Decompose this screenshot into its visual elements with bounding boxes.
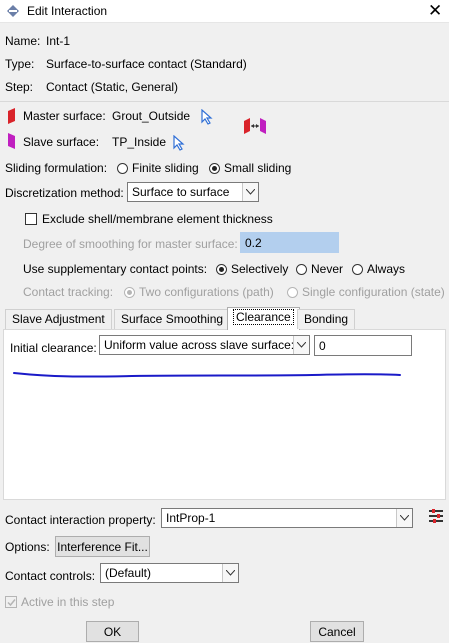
property-manager-icon[interactable] xyxy=(428,508,444,524)
exclude-shell-label: Exclude shell/membrane element thickness xyxy=(42,212,273,226)
always-label: Always xyxy=(367,262,406,276)
single-config-label: Single configuration (state) xyxy=(302,285,445,299)
active-checkbox[interactable] xyxy=(5,596,17,608)
small-sliding-label: Small sliding xyxy=(224,161,292,175)
radio-indicator[interactable] xyxy=(209,163,220,174)
tracking-label: Contact tracking: xyxy=(23,285,114,299)
two-config-label: Two configurations (path) xyxy=(139,285,274,299)
ok-button[interactable]: OK xyxy=(86,621,139,642)
active-label: Active in this step xyxy=(21,595,115,609)
property-value: IntProp-1 xyxy=(166,511,216,525)
smoothing-label: Degree of smoothing for master surface: xyxy=(23,237,238,251)
tab-label: Bonding xyxy=(304,312,349,326)
title-bar: Edit Interaction ✕ xyxy=(0,0,449,23)
interaction-icon xyxy=(7,5,19,17)
discretization-value: Surface to surface xyxy=(132,185,230,199)
exclude-shell-checkbox[interactable] xyxy=(25,213,37,225)
smoothing-field[interactable]: 0.2 xyxy=(240,232,339,253)
always-radio[interactable]: Always xyxy=(352,262,405,276)
single-config-radio[interactable]: Single configuration (state) xyxy=(287,285,445,299)
type-label: Type: xyxy=(5,57,35,71)
selectively-radio[interactable]: Selectively xyxy=(216,262,288,276)
clearance-panel: Initial clearance: Uniform value across … xyxy=(3,329,446,500)
slave-surface-label: Slave surface: xyxy=(23,135,100,149)
chevron-down-icon[interactable] xyxy=(222,564,238,582)
interference-fit-button[interactable]: Interference Fit... xyxy=(55,536,150,557)
tab-label: Clearance xyxy=(233,309,294,325)
name-value: Int-1 xyxy=(46,34,71,48)
checkmark-icon xyxy=(7,599,16,607)
property-label: Contact interaction property: xyxy=(5,513,156,527)
clearance-value-field[interactable]: 0 xyxy=(314,335,412,356)
chevron-down-icon[interactable] xyxy=(396,509,412,527)
tab-clearance[interactable]: Clearance xyxy=(227,307,300,330)
annotation-stroke xyxy=(13,372,401,378)
select-arrow-icon[interactable] xyxy=(200,109,214,125)
sliding-formulation-label: Sliding formulation: xyxy=(5,161,108,175)
select-arrow-icon[interactable] xyxy=(172,135,186,151)
discretization-label: Discretization method: xyxy=(5,186,124,200)
small-sliding-radio[interactable]: Small sliding xyxy=(209,161,291,175)
tab-label: Slave Adjustment xyxy=(12,312,105,326)
master-surface-value: Grout_Outside xyxy=(112,109,191,123)
discretization-select[interactable]: Surface to surface xyxy=(127,182,259,202)
radio-indicator[interactable] xyxy=(287,287,298,298)
controls-label: Contact controls: xyxy=(5,569,96,583)
radio-indicator[interactable] xyxy=(352,264,363,275)
close-icon[interactable]: ✕ xyxy=(428,1,442,21)
slave-surface-value: TP_Inside xyxy=(112,135,167,149)
type-value: Surface-to-surface contact (Standard) xyxy=(46,57,247,71)
controls-select[interactable]: (Default) xyxy=(100,563,239,583)
window-title: Edit Interaction xyxy=(27,4,108,18)
tab-surface-smoothing[interactable]: Surface Smoothing xyxy=(114,309,231,329)
tab-bonding[interactable]: Bonding xyxy=(297,309,356,329)
slave-surface-icon xyxy=(8,133,15,149)
radio-indicator[interactable] xyxy=(117,163,128,174)
finite-sliding-label: Finite sliding xyxy=(132,161,199,175)
never-label: Never xyxy=(311,262,344,276)
step-label: Step: xyxy=(5,80,34,94)
chevron-down-icon[interactable] xyxy=(242,183,258,201)
supplementary-label: Use supplementary contact points: xyxy=(23,262,208,276)
radio-indicator[interactable] xyxy=(124,287,135,298)
cancel-button[interactable]: Cancel xyxy=(310,621,364,642)
finite-sliding-radio[interactable]: Finite sliding xyxy=(117,161,199,175)
divider xyxy=(0,101,449,102)
initial-clearance-label: Initial clearance: xyxy=(10,341,97,355)
property-select[interactable]: IntProp-1 xyxy=(161,508,413,528)
clearance-method-value: Uniform value across slave surface: xyxy=(104,338,295,352)
name-label: Name: xyxy=(5,34,41,48)
master-surface-label: Master surface: xyxy=(23,109,106,123)
tab-slave-adjustment[interactable]: Slave Adjustment xyxy=(5,309,112,329)
step-value: Contact (Static, General) xyxy=(46,80,179,94)
never-radio[interactable]: Never xyxy=(296,262,343,276)
radio-indicator[interactable] xyxy=(216,264,227,275)
radio-indicator[interactable] xyxy=(296,264,307,275)
tab-label: Surface Smoothing xyxy=(121,312,224,326)
clearance-method-select[interactable]: Uniform value across slave surface: xyxy=(99,335,310,355)
options-label: Options: xyxy=(5,540,50,554)
two-config-radio[interactable]: Two configurations (path) xyxy=(124,285,274,299)
swap-surfaces-icon[interactable] xyxy=(243,118,267,136)
chevron-down-icon[interactable] xyxy=(293,336,309,354)
controls-value: (Default) xyxy=(105,566,152,580)
selectively-label: Selectively xyxy=(231,262,289,276)
master-surface-icon xyxy=(8,108,15,124)
